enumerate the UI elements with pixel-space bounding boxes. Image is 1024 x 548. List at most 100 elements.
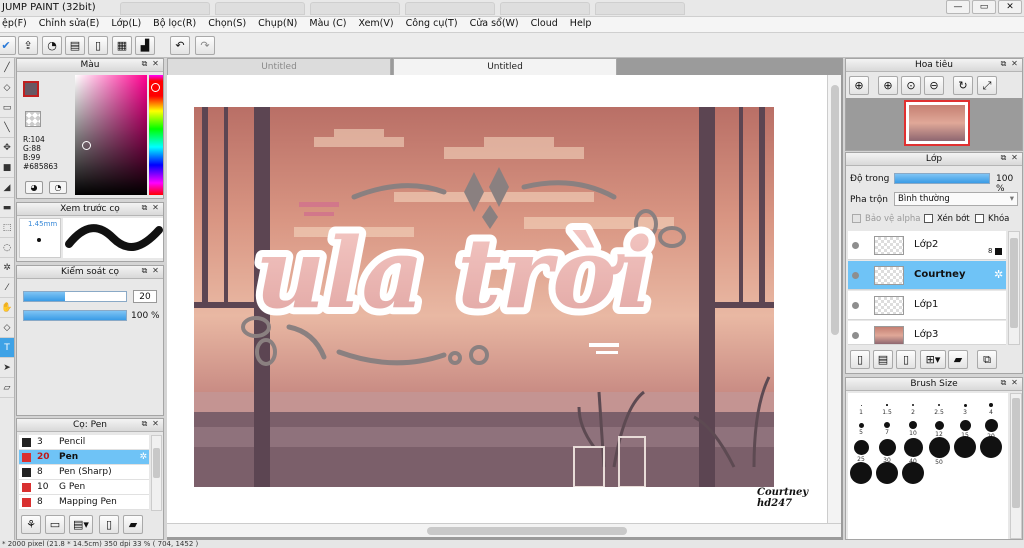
brush-size-dot[interactable]: [850, 462, 872, 484]
brush-menu-icon[interactable]: ▤▾: [69, 515, 93, 534]
bucket-tool-icon[interactable]: ◢: [0, 178, 14, 198]
eye-icon[interactable]: [852, 242, 859, 249]
paper[interactable]: ula trời ula trời Courtney hd247: [177, 77, 825, 525]
scroll-thumb[interactable]: [427, 527, 627, 535]
eyedropper-icon[interactable]: ◔: [49, 181, 67, 194]
menu-cloud[interactable]: Cloud: [525, 17, 564, 32]
brush-item[interactable]: 3 Pencil: [19, 435, 149, 450]
new-layer-icon[interactable]: ▯: [850, 350, 870, 369]
zoom-out-icon[interactable]: ⊖: [924, 76, 944, 95]
brush-size-slider[interactable]: [23, 291, 127, 302]
menu-window[interactable]: Cửa sổ(W): [464, 17, 525, 32]
eye-icon[interactable]: [852, 332, 859, 339]
close-icon[interactable]: ✕: [151, 267, 160, 276]
hue-cursor[interactable]: [151, 83, 160, 92]
navigator-preview[interactable]: [846, 98, 1022, 150]
pencil-tool-icon[interactable]: ╱: [0, 58, 14, 78]
minimize-button[interactable]: —: [946, 0, 970, 14]
menu-layer[interactable]: Lớp(L): [105, 17, 147, 32]
zoom-fit-icon[interactable]: ⊕: [849, 76, 869, 95]
brush-size-dot[interactable]: [963, 403, 967, 407]
brush-tool-icon[interactable]: ╲: [0, 118, 14, 138]
comment-icon[interactable]: ◔: [42, 36, 62, 55]
float-icon[interactable]: ⧉: [140, 60, 149, 69]
brush-group-icon[interactable]: ▭: [45, 515, 65, 534]
menu-file[interactable]: ệp(F): [0, 17, 33, 32]
sv-cursor[interactable]: [82, 141, 91, 150]
hand-tool-icon[interactable]: ✋: [0, 298, 14, 318]
chat-icon[interactable]: ▤: [65, 36, 85, 55]
new-brush-icon[interactable]: ⚘: [21, 515, 41, 534]
brush-size-dot[interactable]: [980, 436, 1002, 458]
wand-tool-icon[interactable]: ✲: [0, 258, 14, 278]
saturation-value-picker[interactable]: [75, 75, 147, 195]
magnifier-tool-icon[interactable]: ◇: [0, 318, 14, 338]
undo-icon[interactable]: ↶: [170, 36, 190, 55]
brush-list-scrollbar[interactable]: [151, 435, 162, 511]
share-icon[interactable]: ⇪: [18, 36, 38, 55]
float-icon[interactable]: ⧉: [999, 154, 1008, 163]
brush-item[interactable]: 8 Pen (Sharp): [19, 465, 149, 480]
menu-color[interactable]: Màu (C): [303, 17, 352, 32]
brush-size-dot[interactable]: [903, 437, 923, 457]
close-icon[interactable]: ✕: [1010, 379, 1019, 388]
eye-icon[interactable]: [852, 272, 859, 279]
brush-size-dot[interactable]: [884, 422, 890, 428]
brush-size-dot[interactable]: [928, 436, 950, 458]
layer-row[interactable]: Courtney ✲: [848, 261, 1006, 290]
brush-size-dot[interactable]: [878, 438, 896, 456]
document-icon[interactable]: ▯: [88, 36, 108, 55]
close-icon[interactable]: ✕: [1010, 60, 1019, 69]
close-icon[interactable]: ✕: [151, 60, 160, 69]
brush-copy-icon[interactable]: ▯: [99, 515, 119, 534]
layers-scrollbar[interactable]: [1008, 231, 1020, 345]
lasso-tool-icon[interactable]: ◌: [0, 238, 14, 258]
menu-edit[interactable]: Chỉnh sửa(E): [33, 17, 106, 32]
palette-icon[interactable]: ◕: [25, 181, 43, 194]
float-icon[interactable]: ⧉: [140, 420, 149, 429]
navigator-viewport-frame[interactable]: [904, 100, 970, 146]
rect-select-tool-icon[interactable]: ▭: [0, 98, 14, 118]
eraser-tool-icon[interactable]: ◇: [0, 78, 14, 98]
brush-size-input[interactable]: 20: [133, 290, 157, 303]
menu-tools[interactable]: Công cụ(T): [400, 17, 464, 32]
brush-size-dot[interactable]: [902, 462, 924, 484]
brush-size-dot[interactable]: [989, 403, 993, 407]
document-tab[interactable]: Untitled: [167, 58, 391, 75]
select-tool-icon[interactable]: ⬚: [0, 218, 14, 238]
layer-row[interactable]: Lớp1: [848, 291, 1006, 320]
brush-opacity-slider[interactable]: [23, 310, 127, 321]
brush-item[interactable]: 20 Pen ✲: [19, 450, 149, 465]
brush-size-dot[interactable]: [886, 404, 888, 406]
blend-mode-select[interactable]: Bình thường ▾: [894, 192, 1018, 206]
foreground-color-swatch[interactable]: [23, 81, 39, 97]
check-icon[interactable]: ✔: [0, 36, 16, 55]
close-icon[interactable]: ✕: [151, 420, 160, 429]
merge-layer-icon[interactable]: ⧉: [977, 350, 997, 369]
scroll-thumb[interactable]: [1012, 398, 1020, 508]
menu-help[interactable]: Help: [564, 17, 598, 32]
move-tool-icon[interactable]: ✥: [0, 138, 14, 158]
menu-select[interactable]: Chọn(S): [202, 17, 252, 32]
layer-row[interactable]: Lớp3: [848, 321, 1006, 345]
eye-icon[interactable]: [852, 302, 859, 309]
scroll-thumb[interactable]: [831, 85, 839, 335]
brush-item[interactable]: 10 G Pen: [19, 480, 149, 495]
duplicate-layer-icon[interactable]: ▯: [896, 350, 916, 369]
redo-icon[interactable]: ↷: [195, 36, 215, 55]
brush-item[interactable]: 8 Mapping Pen: [19, 495, 149, 510]
horizontal-scrollbar[interactable]: [167, 523, 841, 537]
float-icon[interactable]: ⧉: [140, 204, 149, 213]
brush-size-dot[interactable]: [934, 420, 944, 430]
float-icon[interactable]: ⧉: [999, 379, 1008, 388]
brush-size-dot[interactable]: [959, 419, 971, 431]
close-icon[interactable]: ✕: [151, 204, 160, 213]
brush-size-scrollbar[interactable]: [1010, 393, 1022, 539]
text-tool-icon[interactable]: T: [0, 338, 14, 358]
grid-icon[interactable]: ▦: [112, 36, 132, 55]
layout-icon[interactable]: ▟: [135, 36, 155, 55]
maximize-button[interactable]: ▭: [972, 0, 996, 14]
arrow-tool-icon[interactable]: ➤: [0, 358, 14, 378]
scroll-thumb[interactable]: [1010, 238, 1018, 328]
layer-folder-icon[interactable]: ▰: [948, 350, 968, 369]
